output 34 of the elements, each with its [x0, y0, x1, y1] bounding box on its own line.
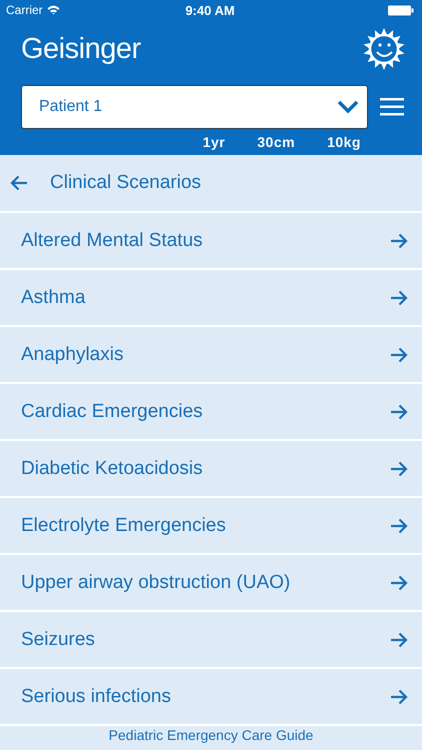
- scenario-item[interactable]: Serious infections: [0, 669, 422, 726]
- carrier-label: Carrier: [6, 3, 43, 17]
- scenario-item[interactable]: Seizures: [0, 612, 422, 669]
- battery-icon: [388, 4, 414, 16]
- footer-caption: Pediatric Emergency Care Guide: [108, 727, 314, 743]
- patient-metric: 10kg: [327, 134, 361, 150]
- chevron-down-icon: [337, 100, 359, 114]
- scenario-item[interactable]: Cardiac Emergencies: [0, 384, 422, 441]
- section-title: Clinical Scenarios: [50, 172, 202, 194]
- menu-icon[interactable]: [380, 98, 404, 116]
- scenario-item[interactable]: Altered Mental Status: [0, 213, 422, 270]
- patient-metric: 30cm: [257, 134, 296, 150]
- scenario-item[interactable]: Electrolyte Emergencies: [0, 498, 422, 555]
- arrow-right-icon: [390, 518, 408, 534]
- scenario-item[interactable]: Asthma: [0, 270, 422, 327]
- wifi-icon: [46, 5, 60, 15]
- back-row[interactable]: Clinical Scenarios: [0, 155, 422, 213]
- patient-select[interactable]: Patient 1: [21, 85, 368, 129]
- back-arrow-icon: [10, 175, 28, 191]
- arrow-right-icon: [390, 688, 408, 704]
- arrow-right-icon: [390, 574, 408, 590]
- arrow-right-icon: [390, 632, 408, 648]
- arrow-right-icon: [390, 404, 408, 420]
- arrow-right-icon: [390, 232, 408, 248]
- patient-metric: 1yr: [202, 134, 226, 150]
- arrow-right-icon: [390, 460, 408, 476]
- status-time: 9:40 AM: [185, 2, 235, 18]
- arrow-right-icon: [390, 290, 408, 306]
- arrow-right-icon: [390, 346, 408, 362]
- scenario-item[interactable]: Diabetic Ketoacidosis: [0, 441, 422, 498]
- scenario-item[interactable]: Anaphylaxis: [0, 327, 422, 384]
- scenario-item[interactable]: Upper airway obstruction (UAO): [0, 555, 422, 612]
- app-title: Geisinger: [21, 32, 141, 66]
- sun-icon: [362, 28, 406, 70]
